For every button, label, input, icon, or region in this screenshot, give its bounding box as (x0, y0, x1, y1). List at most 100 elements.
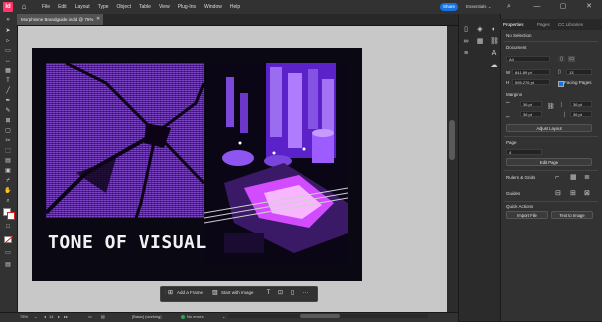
add-frame-button[interactable]: Add a Frame (177, 286, 217, 300)
content-collector-icon[interactable]: ▦ (4, 68, 12, 75)
master-indicator-icon[interactable]: ▭ (88, 312, 92, 321)
width-field[interactable]: 841.89 pt (512, 69, 550, 75)
tab-pages[interactable]: Pages (537, 19, 550, 30)
menu-window[interactable]: Window (200, 0, 226, 14)
smart-guides-icon[interactable]: ⊠ (584, 190, 592, 198)
next-page-icon[interactable]: ▸ (58, 312, 60, 321)
search-icon[interactable]: ⌕ (507, 2, 515, 12)
tab-properties[interactable]: Properties (503, 19, 524, 30)
vertical-scrollbar[interactable] (447, 26, 458, 312)
last-page-icon[interactable]: ▸▸ (64, 312, 68, 321)
type-tool-icon[interactable]: T (4, 78, 12, 85)
page-tool-icon[interactable]: ▭ (4, 48, 12, 55)
pages-panel-icon[interactable]: ▯ (462, 26, 470, 34)
free-transform-tool-icon[interactable]: ⬚ (4, 148, 12, 155)
adjust-layout-button[interactable]: Adjust Layout (506, 124, 592, 132)
workspace-switcher[interactable]: Essentials ⌄ (466, 2, 496, 12)
link-margins-icon[interactable]: ⛓ (547, 104, 555, 111)
headline-text[interactable]: TONE OF VISUAL (48, 232, 207, 253)
pencil-tool-icon[interactable]: ✎ (4, 108, 12, 115)
lock-guides-icon[interactable]: ⊞ (570, 190, 578, 198)
home-icon[interactable]: ⌂ (19, 1, 29, 13)
document-preset-select[interactable]: A4 (506, 56, 550, 62)
pages-count-icon: ▯ (558, 69, 561, 75)
rectangle-frame-tool-icon[interactable]: ⊠ (4, 118, 12, 125)
maximize-button[interactable]: ▢ (550, 0, 576, 14)
stroke-panel-icon[interactable]: ≡ (462, 50, 470, 58)
gap-tool-icon[interactable]: ↔ (4, 58, 12, 65)
ruler-icon[interactable]: ⌐ (555, 174, 563, 182)
margin-bottom-field[interactable]: 36 pt (520, 111, 542, 117)
edit-page-button[interactable]: Edit Page (506, 158, 592, 166)
baseline-grid-icon[interactable]: ≣ (584, 174, 592, 182)
document-tab[interactable]: Morphisme Brandguide.indd @ 75% (17, 14, 103, 25)
document-icon[interactable]: ▯ (288, 286, 297, 300)
cc-libraries-panel-icon[interactable]: ☁ (490, 62, 498, 70)
more-options-icon[interactable]: ··· (301, 286, 310, 300)
layers-panel-icon[interactable]: ◈ (476, 26, 484, 34)
gradient-tool-icon[interactable]: ▤ (4, 158, 12, 165)
style-indicator[interactable]: [Basic] (working) (132, 312, 177, 321)
preflight-status[interactable]: No errors (187, 312, 217, 321)
start-with-image-button[interactable]: Start with Image (221, 286, 269, 300)
note-tool-icon[interactable]: ▣ (4, 168, 12, 175)
guides-label: Guides (506, 191, 521, 196)
height-field[interactable]: 595.276 pt (512, 79, 550, 85)
prev-page-icon[interactable]: ◂ (44, 312, 46, 321)
color-panel-icon[interactable]: ◐ (490, 26, 498, 34)
close-window-button[interactable]: ✕ (576, 0, 602, 14)
pages-count-field[interactable]: 13 (566, 69, 592, 75)
drag-handle-icon[interactable]: ⋮ (163, 286, 168, 300)
tab-close-icon[interactable]: ✕ (96, 14, 102, 25)
text-icon[interactable]: T (264, 286, 273, 300)
horizontal-scrollbar-thumb[interactable] (300, 314, 340, 318)
stroke-swatch-icon[interactable] (7, 212, 15, 220)
line-tool-icon[interactable]: ╱ (4, 88, 12, 95)
menu-edit[interactable]: Edit (54, 0, 71, 14)
link-panel-icon[interactable]: ⛓ (490, 38, 499, 46)
swatches-panel-icon[interactable]: ▦ (476, 38, 484, 46)
preview-mode-icon[interactable]: ▤ (4, 262, 12, 269)
layout-indicator-icon[interactable]: ▤ (101, 312, 105, 321)
direct-selection-tool-icon[interactable]: ▹ (4, 38, 12, 45)
margin-left-field[interactable]: 36 pt (570, 101, 592, 107)
apply-none-icon[interactable] (4, 235, 14, 244)
text-frame-icon[interactable]: ⊡ (276, 286, 285, 300)
minimize-button[interactable]: — (524, 0, 550, 14)
hand-tool-icon[interactable]: ✋ (4, 188, 12, 195)
margin-right-field[interactable]: 36 pt (570, 111, 592, 117)
import-file-button[interactable]: Import File (506, 211, 548, 219)
rectangle-tool-icon[interactable]: ▢ (4, 128, 12, 135)
menu-table[interactable]: Table (135, 0, 155, 14)
zoom-level[interactable]: 75% (20, 312, 34, 321)
grid-icon[interactable]: ▦ (570, 174, 578, 182)
menu-plugins[interactable]: Plug-Ins (174, 0, 200, 14)
menu-view[interactable]: View (155, 0, 174, 14)
collapse-icon[interactable]: » (4, 17, 12, 24)
page-select[interactable]: 4 (506, 149, 542, 155)
selection-tool-icon[interactable]: ➤ (4, 28, 12, 35)
scrollbar-thumb[interactable] (449, 120, 455, 160)
preflight-dropdown-icon[interactable]: ⌄ (222, 312, 225, 321)
menu-object[interactable]: Object (113, 0, 135, 14)
menu-file[interactable]: File (38, 0, 54, 14)
share-button[interactable]: Share (440, 3, 458, 11)
text-to-image-button[interactable]: Text to Image (551, 211, 593, 219)
margin-top-field[interactable]: 36 pt (520, 101, 542, 107)
tab-cc-libraries[interactable]: CC Libraries (558, 19, 583, 30)
show-guides-icon[interactable]: ⊟ (555, 190, 563, 198)
scissors-tool-icon[interactable]: ✂ (4, 138, 12, 145)
landscape-icon[interactable]: ▭ (568, 56, 575, 62)
pen-tool-icon[interactable]: ✒ (4, 98, 12, 105)
menu-type[interactable]: Type (94, 0, 113, 14)
links-panel-icon[interactable]: ∞ (462, 38, 470, 46)
character-panel-icon[interactable]: A (490, 50, 498, 58)
menu-layout[interactable]: Layout (71, 0, 94, 14)
eyedropper-tool-icon[interactable]: ⌿ (4, 178, 12, 185)
zoom-tool-icon[interactable]: ⌕ (4, 198, 12, 205)
zoom-dropdown-icon[interactable]: ⌄ (34, 312, 37, 321)
formatting-container-icon[interactable]: □ (4, 224, 12, 231)
screen-mode-icon[interactable]: ▭ (4, 250, 12, 257)
menu-help[interactable]: Help (226, 0, 244, 14)
portrait-icon[interactable]: ▯ (558, 56, 565, 62)
